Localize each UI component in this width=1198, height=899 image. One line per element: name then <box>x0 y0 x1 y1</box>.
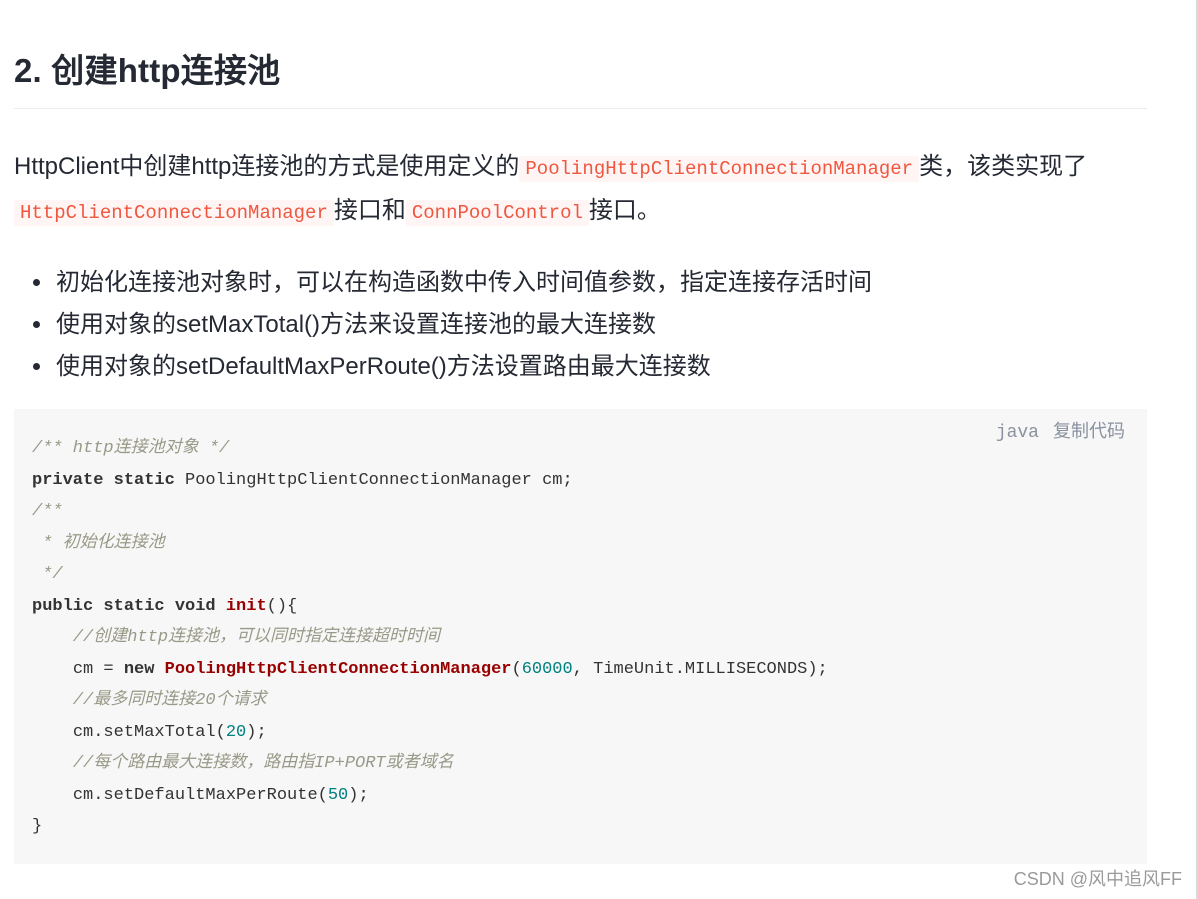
bullet-item: 使用对象的setMaxTotal()方法来设置连接池的最大连接数 <box>54 304 872 346</box>
intro-paragraph: HttpClient中创建http连接池的方式是使用定义的 PoolingHttp… <box>14 146 1134 234</box>
code-language-label: java <box>995 423 1039 443</box>
code-function-name: init <box>225 596 267 616</box>
code-number: 20 <box>225 722 247 742</box>
code-keyword: private static <box>32 470 175 490</box>
section-heading: 2. 创建http连接池 <box>14 52 281 89</box>
code-text: cm.setMaxTotal( <box>72 722 226 742</box>
code-comment: //创建http连接池，可以同时指定连接超时时间 <box>72 628 441 647</box>
inline-code-pooling-manager: PoolingHttpClientConnectionManager <box>519 156 920 182</box>
code-number: 50 <box>327 785 349 805</box>
code-text: ( <box>511 659 522 679</box>
code-text: cm = <box>72 659 124 679</box>
code-keyword: new <box>123 659 155 679</box>
code-number: 60000 <box>521 659 573 679</box>
csdn-watermark: CSDN @风中追风FF <box>1013 869 1182 889</box>
intro-text-1: HttpClient中创建http连接池的方式是使用定义的 <box>14 153 520 180</box>
bullet-list: 初始化连接池对象时，可以在构造函数中传入时间值参数，指定连接存活时间 使用对象的… <box>14 262 872 388</box>
code-comment: */ <box>32 565 63 584</box>
code-toolbar: java 复制代码 <box>982 417 1125 443</box>
code-block: java 复制代码 /** http连接池对象 */ private static… <box>14 409 1147 864</box>
intro-text-4: 接口。 <box>588 197 661 224</box>
code-text: ); <box>246 722 267 742</box>
code-text: cm.setDefaultMaxPerRoute( <box>72 785 328 805</box>
code-text: } <box>32 817 43 836</box>
code-text: PoolingHttpClientConnectionManager cm; <box>174 470 573 490</box>
code-text: , TimeUnit.MILLISECONDS); <box>572 659 828 679</box>
code-comment: //最多同时连接20个请求 <box>72 691 267 710</box>
copy-code-button[interactable]: 复制代码 <box>1053 423 1125 443</box>
code-class-name: PoolingHttpClientConnectionManager <box>164 659 512 679</box>
heading-divider <box>14 108 1147 109</box>
code-comment: //每个路由最大连接数，路由指IP+PORT或者域名 <box>72 754 454 773</box>
intro-text-2: 类，该类实现了 <box>919 153 1088 180</box>
code-comment: /** http连接池对象 */ <box>32 439 230 458</box>
code-comment: /** <box>32 502 63 521</box>
bullet-item: 使用对象的setDefaultMaxPerRoute()方法设置路由最大连接数 <box>54 346 872 388</box>
inline-code-conn-pool-control: ConnPoolControl <box>405 200 589 226</box>
code-text: (){ <box>266 596 298 616</box>
code-text: ); <box>348 785 369 805</box>
code-comment: * 初始化连接池 <box>32 533 165 553</box>
code-keyword: public static void <box>32 596 216 616</box>
bullet-item: 初始化连接池对象时，可以在构造函数中传入时间值参数，指定连接存活时间 <box>54 262 872 304</box>
inline-code-connection-manager: HttpClientConnectionManager <box>14 200 334 226</box>
intro-text-3: 接口和 <box>333 197 406 224</box>
code-content: /** http连接池对象 */ private static PoolingH… <box>32 433 828 843</box>
